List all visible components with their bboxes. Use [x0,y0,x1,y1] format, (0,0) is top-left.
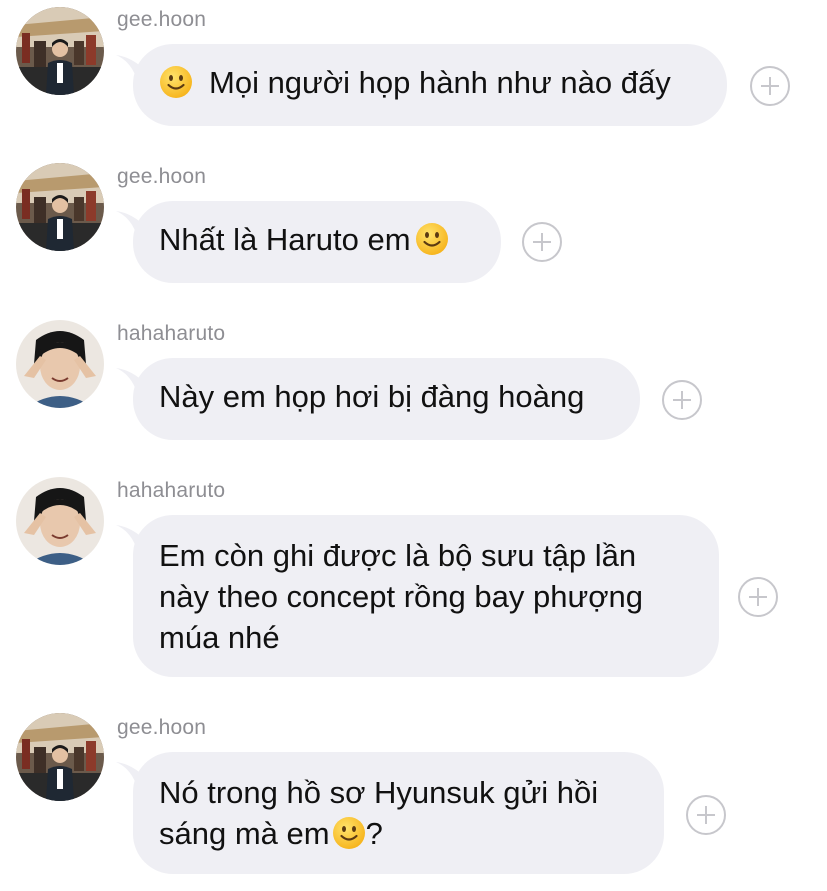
username: gee.hoon [117,165,207,188]
message-text: Này em họp hơi bị đàng hoàng [159,379,585,414]
message-bubble[interactable]: Nhất là Haruto em [133,201,501,283]
slightly-smiling-face-icon [159,65,193,99]
add-reaction-button[interactable] [686,795,726,835]
add-reaction-button[interactable] [738,577,778,617]
message-bubble[interactable]: Em còn ghi được là bộ sưu tập lần này th… [133,515,719,677]
message-text-line: múa nhé [159,620,280,655]
slightly-smiling-face-icon [415,222,449,256]
avatar-geehoon[interactable] [16,163,104,251]
add-reaction-button[interactable] [522,222,562,262]
username: hahaharuto [117,322,226,345]
username: gee.hoon [117,716,207,739]
message-text-line: này theo concept rồng bay phượng [159,579,644,614]
message-bubble[interactable]: Nó trong hồ sơ Hyunsuk gửi hồi sáng mà e… [133,752,664,874]
message-text-line: Em còn ghi được là bộ sưu tập lần [159,538,637,573]
avatar-geehoon[interactable] [16,7,104,95]
username: gee.hoon [117,8,207,31]
message-text: sáng mà em [159,816,330,851]
message-text: Nhất là Haruto em [159,222,411,257]
avatar-haruto[interactable] [16,320,104,408]
avatar-haruto[interactable] [16,477,104,565]
slightly-smiling-face-icon [332,816,366,850]
username: hahaharuto [117,479,226,502]
add-reaction-button[interactable] [750,66,790,106]
add-reaction-button[interactable] [662,380,702,420]
message-text: Mọi người họp hành như nào đấy [209,65,671,100]
message-bubble[interactable]: Này em họp hơi bị đàng hoàng [133,358,640,440]
message-text-line: sáng mà em? [159,813,638,854]
message-suffix: ? [365,816,383,851]
message-text-line: Nó trong hồ sơ Hyunsuk gửi hồi [159,775,599,810]
avatar-geehoon[interactable] [16,713,104,801]
message-bubble[interactable]: Mọi người họp hành như nào đấy [133,44,727,126]
